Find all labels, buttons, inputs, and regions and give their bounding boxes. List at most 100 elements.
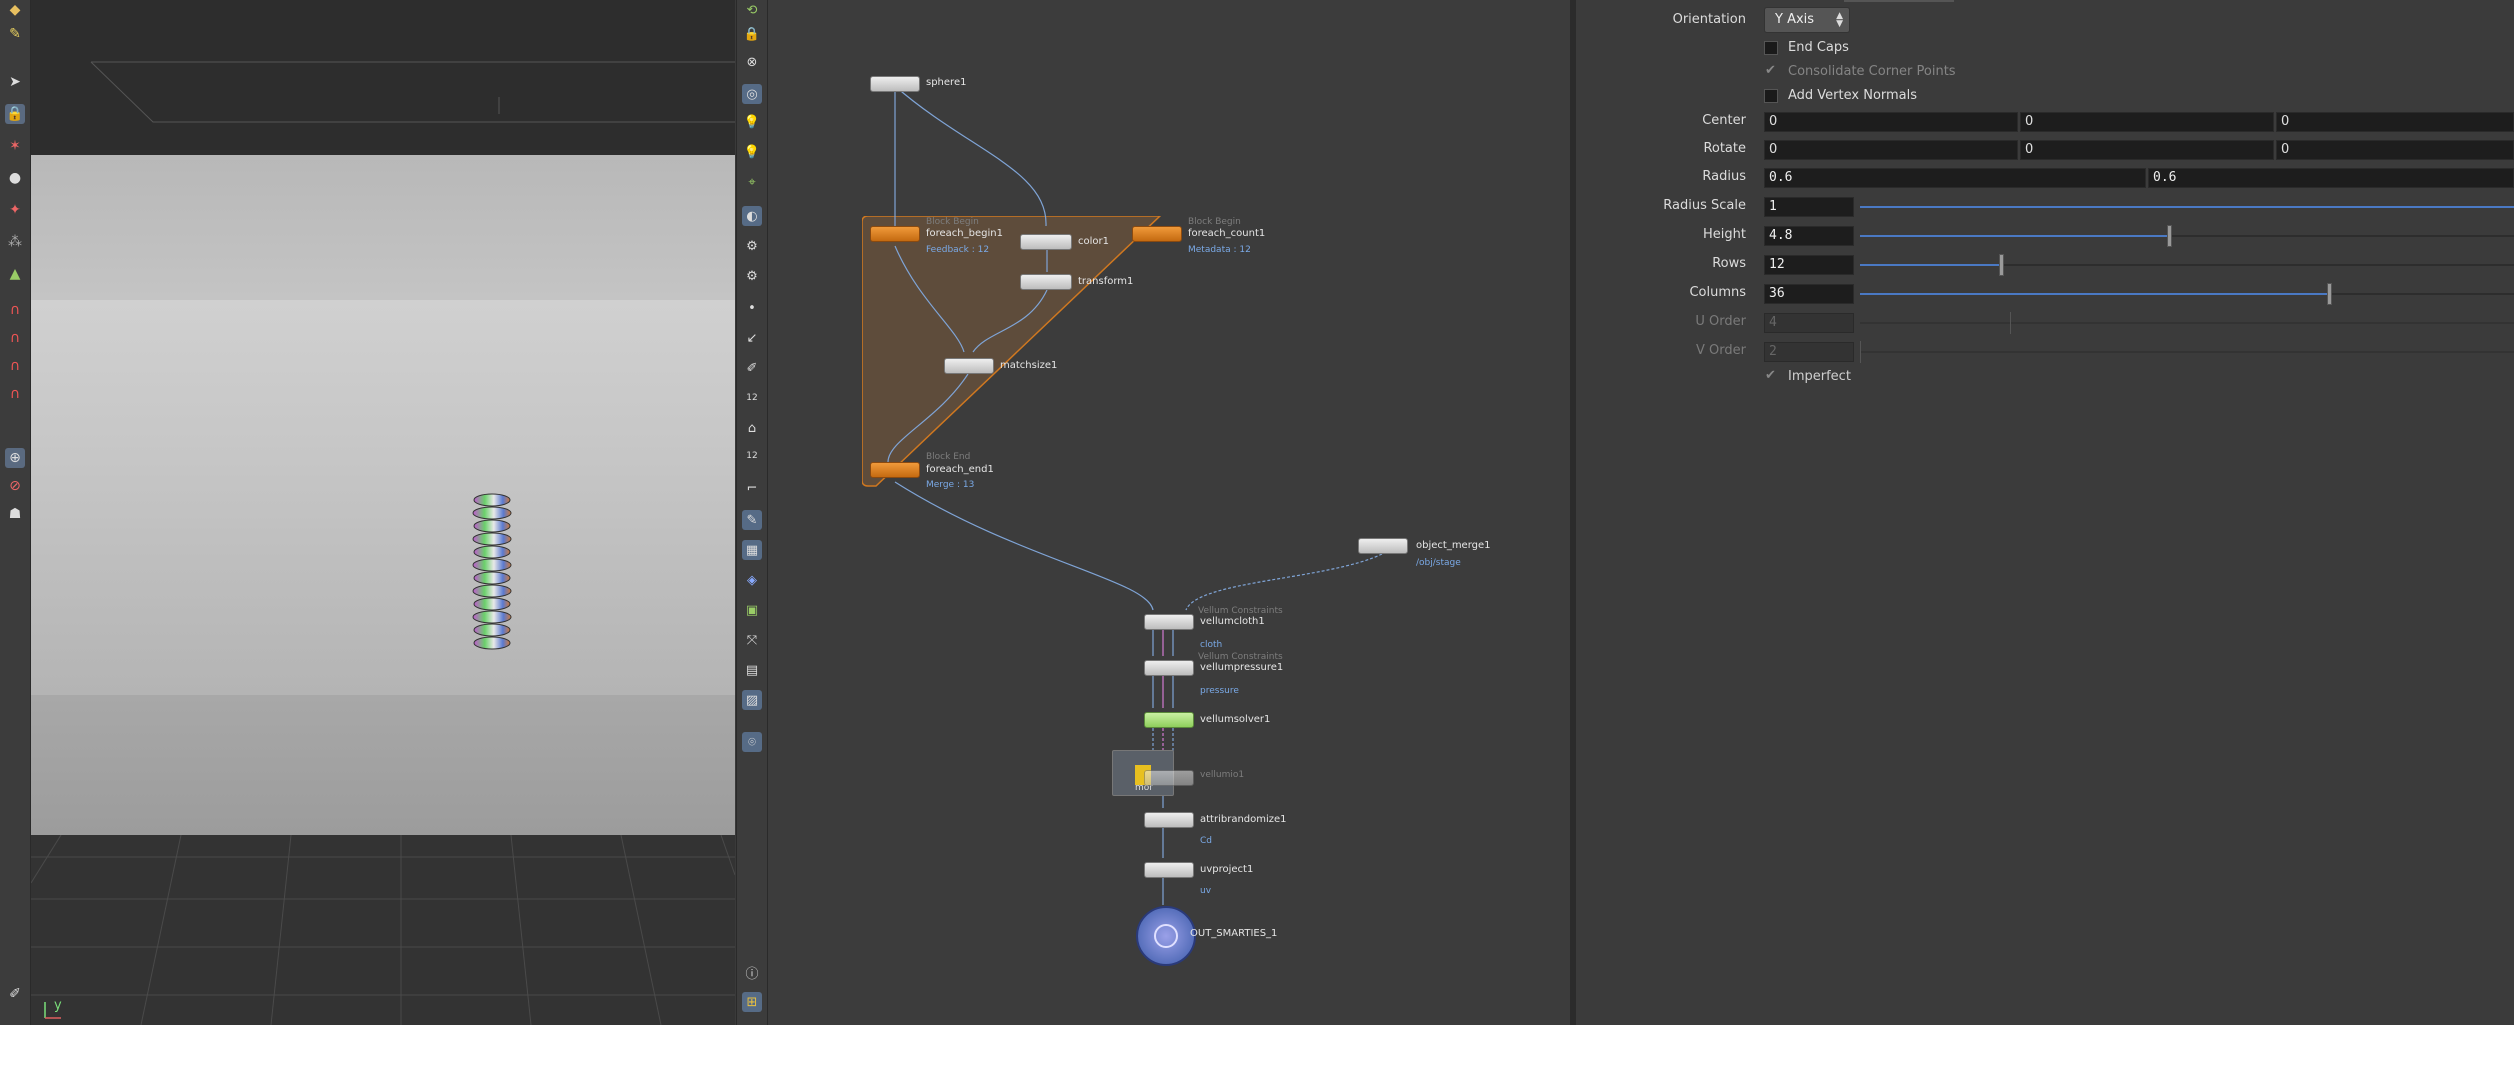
move-icon[interactable]: ▲ (5, 264, 25, 284)
node-transform1[interactable] (1020, 274, 1072, 290)
node-vellumio1[interactable] (1144, 770, 1194, 786)
node-matchsize1[interactable] (944, 358, 994, 374)
height-slider-fill (1860, 235, 2169, 237)
normal-icon[interactable]: ↙ (742, 328, 762, 348)
node-vellumcloth1-label: vellumcloth1 (1200, 616, 1265, 627)
node-vellumsolver1[interactable] (1144, 712, 1194, 728)
node-foreach-count1-header: Block Begin (1188, 217, 1241, 227)
radius-y-field[interactable]: 0.6 (2148, 168, 2514, 188)
snap-magnet-icon[interactable]: ✶ (5, 136, 25, 156)
drop-icon[interactable]: ∩ (5, 384, 25, 404)
rotate-x-field[interactable]: 0 (1764, 140, 2018, 160)
vector-icon[interactable]: ✐ (742, 358, 762, 378)
wire-icon[interactable]: ⚙ (742, 236, 762, 256)
imperfect-label: Imperfect (1788, 369, 1851, 384)
columns-field[interactable]: 36 (1764, 284, 1854, 304)
node-foreach-count1[interactable] (1132, 226, 1182, 242)
center-y-field[interactable]: 0 (2020, 112, 2274, 132)
crop-icon[interactable]: ⌐ (742, 478, 762, 498)
node-sphere1[interactable] (870, 76, 920, 92)
bone-icon[interactable]: ✦ (5, 200, 25, 220)
hand-icon[interactable]: ⊕ (5, 448, 25, 468)
diamond-icon[interactable]: ◈ (742, 570, 762, 590)
node-foreach-begin1[interactable] (870, 226, 920, 242)
camera-pin-icon[interactable]: ⌖ (742, 172, 762, 192)
imperfect-checkmark-icon[interactable]: ✔ (1765, 368, 1776, 383)
smooth-icon[interactable]: ◆ (5, 0, 25, 20)
box-icon[interactable]: ▤ (742, 660, 762, 680)
grid-icon[interactable]: ⊞ (742, 992, 762, 1012)
end-caps-checkbox[interactable] (1764, 41, 1778, 55)
u-order-label: U Order (1695, 314, 1746, 329)
node-vellumpressure1[interactable] (1144, 660, 1194, 676)
point-icon[interactable]: • (742, 298, 762, 318)
columns-slider[interactable] (1860, 283, 2514, 305)
rows-slider-handle[interactable] (1999, 254, 2004, 276)
select-arrow-icon[interactable]: ➤ (5, 72, 25, 92)
network-editor[interactable]: sphere1 Block Begin foreach_begin1 Feedb… (768, 0, 1570, 1025)
sphere-tool-icon[interactable]: ● (5, 168, 25, 188)
v-order-label: V Order (1696, 343, 1746, 358)
node-foreach-end1-label: foreach_end1 (926, 464, 994, 475)
bg-icon[interactable]: ▨ (742, 690, 762, 710)
node-vellumsolver1-label: vellumsolver1 (1200, 714, 1271, 725)
lock-icon[interactable]: 🔒 (742, 24, 762, 44)
close-icon[interactable]: ⊗ (742, 52, 762, 72)
curve-magnet-icon[interactable]: ∩ (5, 328, 25, 348)
radius-scale-slider[interactable] (1860, 206, 2514, 208)
particle-icon[interactable]: ⁂ (5, 232, 25, 252)
node-color1[interactable] (1020, 234, 1072, 250)
magnet-icon[interactable]: ∩ (5, 300, 25, 320)
rotate-y-field[interactable]: 0 (2020, 140, 2274, 160)
node-foreach-end1[interactable] (870, 462, 920, 478)
paint-icon[interactable]: ✎ (5, 24, 25, 44)
gear-magnet-icon[interactable]: ∩ (5, 356, 25, 376)
node-vellumio1-label: vellumio1 (1200, 770, 1245, 780)
rotate-z-field[interactable]: 0 (2276, 140, 2514, 160)
number2-icon[interactable]: 12 (742, 446, 762, 466)
radius-x-field[interactable]: 0.6 (1764, 168, 2146, 188)
rows-slider[interactable] (1860, 254, 2514, 276)
u-order-field: 4 (1764, 313, 1854, 333)
orientation-menu[interactable]: Y Axis ▲ ▼ (1764, 7, 1850, 33)
viewport-display-toolbar: ⟲ 🔒 ⊗ ◎ 💡 💡 ⌖ ◐ ⚙ ⚙ • ↙ ✐ 12 ⌂ 12 ⌐ ✎ ▦ … (736, 0, 768, 1025)
node-out-smarties[interactable] (1136, 906, 1196, 966)
lock-icon[interactable]: 🔒 (5, 104, 25, 124)
height-slider-handle[interactable] (2167, 225, 2172, 247)
light2-icon[interactable]: 💡 (742, 142, 762, 162)
capture-icon[interactable]: ☗ (5, 504, 25, 524)
shading-icon[interactable]: ◐ (742, 206, 762, 226)
rows-slider-fill (1860, 264, 2001, 266)
add-normals-checkbox[interactable] (1764, 89, 1778, 103)
node-attribrandomize1[interactable] (1144, 812, 1194, 828)
scene-viewport[interactable]: y (31, 0, 735, 1025)
light-icon[interactable]: 💡 (742, 112, 762, 132)
height-slider[interactable] (1860, 225, 2514, 247)
rivet-icon[interactable]: ⊘ (5, 476, 25, 496)
node-foreach-begin1-sub: Feedback : 12 (926, 245, 990, 255)
node-object-merge1[interactable] (1358, 538, 1408, 554)
texture-icon[interactable]: ▦ (742, 540, 762, 560)
brush-icon[interactable]: ⌂ (742, 418, 762, 438)
circle-icon[interactable]: ◎ (742, 84, 762, 104)
radius-scale-field[interactable]: 1 (1764, 197, 1854, 217)
node-vellumcloth1[interactable] (1144, 614, 1194, 630)
center-z-field[interactable]: 0 (2276, 112, 2514, 132)
image-icon[interactable]: ▣ (742, 600, 762, 620)
consolidate-checkmark-icon[interactable]: ✔ (1765, 63, 1776, 78)
number-badge-2: 12 (746, 451, 758, 461)
node-uvproject1[interactable] (1144, 862, 1194, 878)
split-icon[interactable]: ⤧ (742, 630, 762, 650)
rows-field[interactable]: 12 (1764, 255, 1854, 275)
handle-icon[interactable]: ✎ (742, 510, 762, 530)
node-object-merge1-sub: /obj/stage (1416, 558, 1461, 568)
height-field[interactable]: 4.8 (1764, 226, 1854, 246)
info-icon[interactable]: ⓘ (742, 962, 762, 982)
columns-slider-handle[interactable] (2327, 283, 2332, 305)
pin-icon[interactable]: ✐ (5, 984, 25, 1004)
number-icon[interactable]: 12 (742, 388, 762, 408)
center-x-field[interactable]: 0 (1764, 112, 2018, 132)
map-pin-icon[interactable]: ⌾ (742, 732, 762, 752)
rotate-icon[interactable]: ⟲ (742, 0, 762, 20)
display-icon[interactable]: ⚙ (742, 266, 762, 286)
